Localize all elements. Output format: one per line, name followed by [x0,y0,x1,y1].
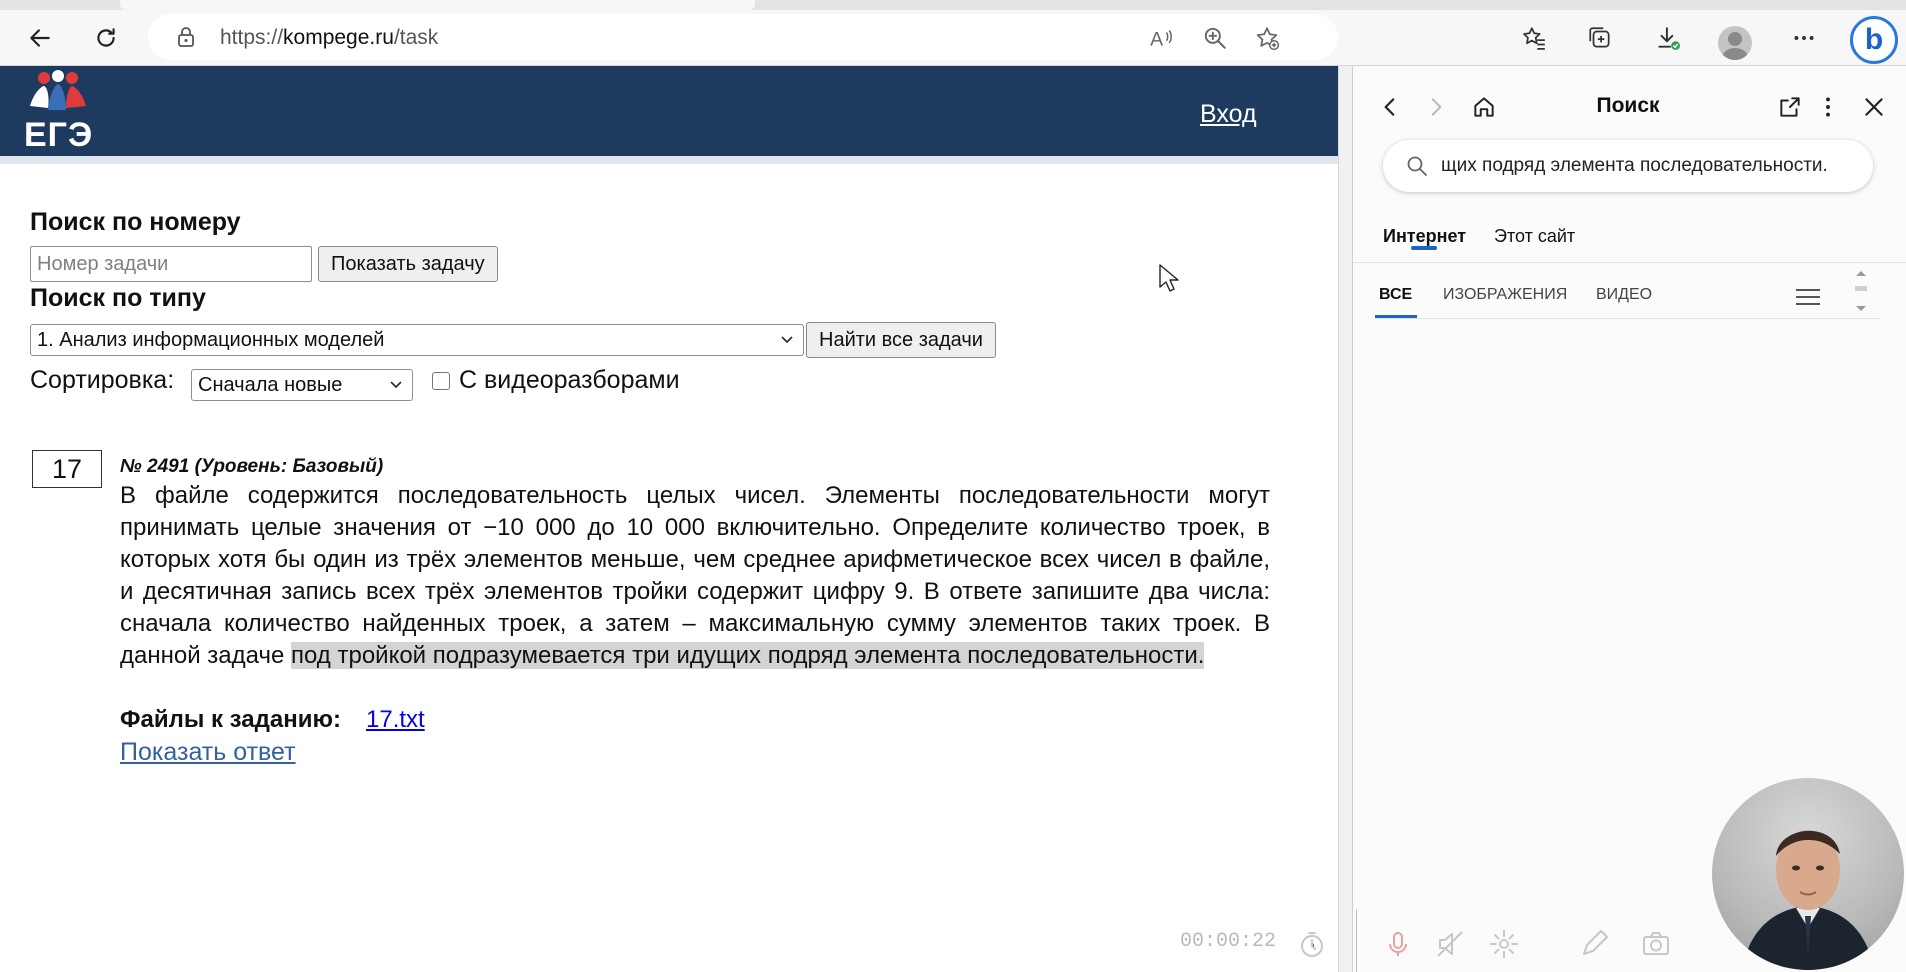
forward-icon[interactable] [1423,94,1449,120]
url-text[interactable]: https://kompege.ru/task [220,26,438,50]
sort-selected: Сначала новые [198,373,343,396]
tab-all[interactable]: ВСЕ [1379,286,1412,304]
profile-avatar[interactable] [1718,26,1752,60]
lock-icon[interactable] [174,25,198,49]
svg-text:A: A [1150,29,1163,51]
microphone-icon[interactable] [1382,928,1414,960]
task-number-input[interactable] [30,246,312,282]
camera-icon[interactable] [1640,928,1672,960]
add-favorite-icon[interactable] [1254,25,1280,51]
reload-button[interactable] [88,20,124,56]
file-link[interactable]: 17.txt [366,706,425,734]
hamburger-menu-icon[interactable] [1793,284,1823,310]
video-checkbox-label[interactable]: С видеоразборами [459,366,680,395]
bing-icon[interactable]: b [1850,16,1898,64]
scope-internet[interactable]: Интернет [1383,226,1466,247]
sidebar-search-box[interactable]: щих подряд элемента последовательности. [1383,140,1873,192]
active-tab[interactable] [120,0,755,10]
presenter-image [1742,830,1874,970]
recording-timer: 00:00:22 [1180,930,1277,953]
sort-label: Сортировка: [30,366,175,394]
more-options-button[interactable] [1786,20,1822,56]
open-in-new-tab-icon[interactable] [1777,94,1803,120]
tab-video[interactable]: ВИДЕО [1596,286,1652,304]
back-button[interactable] [22,20,58,56]
speaker-muted-icon[interactable] [1434,928,1466,960]
read-aloud-icon[interactable]: A [1148,25,1174,51]
task-text: В файле содержится последовательность це… [120,480,1270,672]
divider [1375,318,1880,319]
gear-icon[interactable] [1488,928,1520,960]
search-icon [1407,156,1427,176]
favorites-button[interactable] [1516,20,1552,56]
web-page: ЕГЭ Вход Поиск по номеру Показать задачу… [0,66,1338,972]
show-task-button[interactable]: Показать задачу [318,246,498,282]
more-horizontal-icon [1794,36,1814,40]
collections-button[interactable] [1582,20,1618,56]
show-answer-link[interactable]: Показать ответ [120,738,296,767]
timer-icon[interactable] [1296,928,1328,960]
back-icon[interactable] [1377,94,1403,120]
login-link[interactable]: Вход [1200,100,1257,129]
chevron-down-icon [781,336,793,344]
pen-icon[interactable] [1578,928,1610,960]
task-text-main: В файле содержится последовательность це… [120,482,1270,669]
browser-toolbar: https://kompege.ru/task A b [0,10,1906,66]
favorites-icon [1523,27,1545,50]
find-all-tasks-button[interactable]: Найти все задачи [806,322,996,358]
divider [1356,910,1357,972]
logo-text: ЕГЭ [24,116,94,154]
tab-strip [0,0,1906,10]
task-type-select[interactable]: 1. Анализ информационных моделей [30,324,804,356]
files-label: Файлы к заданию: [120,706,341,733]
more-vertical-icon[interactable] [1815,94,1841,120]
reload-icon [97,28,115,47]
divider [1353,262,1906,263]
scope-active-indicator [1411,246,1437,250]
mouse-cursor-icon [1159,264,1179,292]
task-type-selected: 1. Анализ информационных моделей [37,328,385,351]
zoom-icon[interactable] [1202,25,1228,51]
sidebar-search-query[interactable]: щих подряд элемента последовательности. [1441,155,1859,177]
task-meta: № 2491 (Уровень: Базовый) [120,456,384,477]
video-checkbox[interactable] [432,372,450,390]
task-text-highlighted: под тройкой подразумевается три идущих п… [290,642,1205,669]
close-icon[interactable] [1861,94,1887,120]
sort-select[interactable]: Сначала новые [191,369,413,401]
webcam-overlay [1712,778,1904,970]
downloads-button[interactable] [1650,20,1686,56]
home-icon[interactable] [1471,94,1497,120]
address-bar[interactable]: https://kompege.ru/task A [148,14,1338,60]
search-by-number-heading: Поиск по номеру [30,208,241,236]
scroll-arrows-icon[interactable] [1853,268,1869,314]
tab-images[interactable]: ИЗОБРАЖЕНИЯ [1443,286,1567,304]
arrow-left-icon [30,29,50,47]
collections-icon [1589,27,1610,48]
task-number-badge: 17 [32,450,102,488]
site-header: ЕГЭ Вход [0,66,1338,164]
chevron-down-icon [390,381,402,389]
sidebar-title: Поиск [1596,94,1660,117]
scope-this-site[interactable]: Этот сайт [1494,226,1575,247]
sidebar-divider[interactable] [1338,66,1352,972]
download-icon [1658,27,1680,50]
search-by-type-heading: Поиск по типу [30,284,206,312]
